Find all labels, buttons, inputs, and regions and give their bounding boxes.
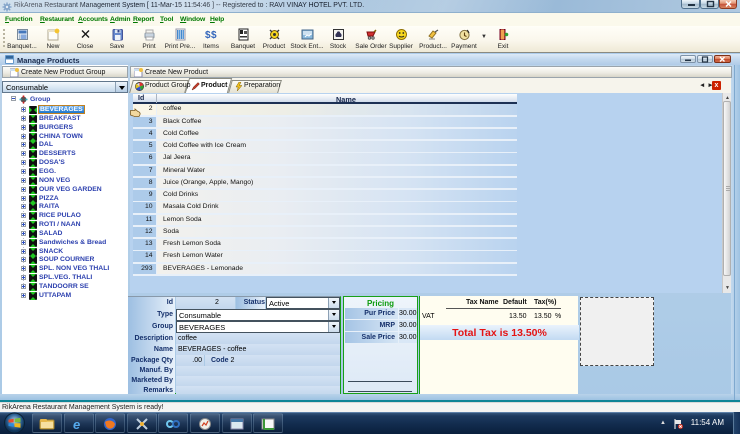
svg-text:e: e (73, 417, 80, 431)
svg-text:$: $ (211, 30, 217, 41)
